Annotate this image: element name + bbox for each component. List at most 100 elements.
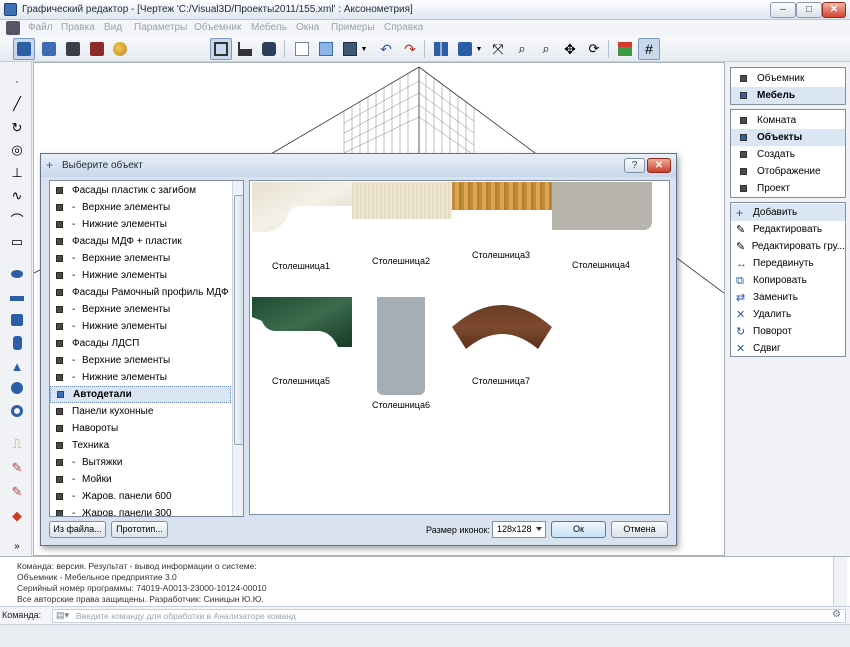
action-replace[interactable]: ⇄ Заменить bbox=[731, 289, 845, 306]
tree-item[interactable]: - Верхние элементы bbox=[50, 250, 231, 267]
menu-help[interactable]: Справка bbox=[384, 22, 423, 33]
gallery-item-6[interactable] bbox=[377, 297, 425, 395]
eraser-tool[interactable]: ◆ bbox=[9, 508, 25, 524]
prototype-button[interactable]: Прототип... bbox=[111, 521, 168, 538]
mode-item-furniture[interactable]: Мебель bbox=[731, 87, 845, 104]
menu-examples[interactable]: Примеры bbox=[331, 22, 375, 33]
arc-tool[interactable]: ↻ bbox=[9, 120, 25, 136]
orbit-button[interactable]: ⟳ bbox=[583, 38, 605, 60]
pencil-tool[interactable]: ✎ bbox=[9, 460, 25, 476]
settings-icon[interactable]: ⚙ bbox=[832, 609, 841, 620]
cylinder-tool[interactable] bbox=[9, 335, 25, 351]
view-box-red-button[interactable] bbox=[86, 38, 108, 60]
scrollbar-thumb[interactable] bbox=[234, 195, 243, 445]
line-tool[interactable]: ╱ bbox=[9, 96, 25, 112]
section-item-display[interactable]: Отображение bbox=[731, 163, 845, 180]
ruler-tool[interactable]: ⎍ bbox=[9, 436, 25, 452]
gallery-item-1[interactable] bbox=[252, 182, 352, 234]
cone-tool[interactable]: ▲ bbox=[9, 358, 25, 374]
menu-volume[interactable]: Объемник bbox=[194, 22, 241, 33]
point-tool[interactable]: ⊥ bbox=[9, 165, 25, 181]
tree-item[interactable]: - Нижние элементы bbox=[50, 267, 231, 284]
gallery-item-7[interactable] bbox=[452, 297, 552, 349]
action-delete[interactable]: ✕ Удалить bbox=[731, 306, 845, 323]
save-button[interactable] bbox=[339, 38, 361, 60]
zoom-button[interactable]: ⌕ bbox=[535, 38, 557, 60]
from-file-button[interactable]: Из файла... bbox=[49, 521, 106, 538]
tree-item[interactable]: Фасады МДФ + пластик bbox=[50, 233, 231, 250]
tree-item[interactable]: - Жаров. панели 600 bbox=[50, 488, 231, 505]
tree-item[interactable]: Техника bbox=[50, 437, 231, 454]
action-shift[interactable]: ✕ Сдвиг bbox=[731, 340, 845, 357]
action-add[interactable]: + Добавить bbox=[731, 204, 845, 221]
view-box-blue-button[interactable] bbox=[13, 38, 35, 60]
tree-item[interactable]: Фасады Рамочный профиль МДФ bbox=[50, 284, 231, 301]
ok-button[interactable]: Ок bbox=[551, 521, 606, 538]
torus-tool[interactable] bbox=[9, 403, 25, 419]
new-file-button[interactable] bbox=[291, 38, 313, 60]
tree-item[interactable]: - Мойки bbox=[50, 471, 231, 488]
solid-view-button[interactable] bbox=[258, 38, 280, 60]
category-tree[interactable]: Фасады пластик с загибом - Верхние элемент… bbox=[49, 180, 244, 517]
section-item-project[interactable]: Проект bbox=[731, 180, 845, 197]
action-rotate[interactable]: ↻ Поворот bbox=[731, 323, 845, 340]
zoom-extents-button[interactable]: ⤧ bbox=[487, 38, 509, 60]
minimize-button[interactable]: – bbox=[770, 2, 796, 18]
layout-button[interactable] bbox=[430, 38, 452, 60]
object-gallery[interactable]: Столешница1 Столешница2 Столешница3 Стол… bbox=[249, 180, 670, 515]
section-item-objects[interactable]: Объекты bbox=[731, 129, 845, 146]
gallery-item-4[interactable] bbox=[551, 181, 653, 231]
expand-toolstrip[interactable]: » bbox=[9, 538, 25, 554]
spline-tool[interactable]: ∿ bbox=[9, 188, 25, 204]
tree-item[interactable]: - Вытяжки bbox=[50, 454, 231, 471]
select-tool[interactable]: · bbox=[9, 74, 25, 90]
command-history-icon[interactable]: ▤▾ bbox=[56, 610, 69, 621]
circle-tool[interactable]: ◎ bbox=[9, 142, 25, 158]
palette-button[interactable] bbox=[109, 38, 131, 60]
tree-item[interactable]: Автодетали bbox=[50, 386, 231, 403]
chart-view-button[interactable] bbox=[234, 38, 256, 60]
tree-scrollbar[interactable] bbox=[232, 181, 243, 516]
bezier-tool[interactable]: ⌒ bbox=[9, 211, 25, 228]
action-edit[interactable]: ✎ Редактировать bbox=[731, 221, 845, 238]
grid-button[interactable]: # bbox=[638, 38, 660, 60]
box-tool[interactable] bbox=[9, 312, 25, 328]
measure-tool[interactable]: ✎ bbox=[9, 484, 25, 500]
pan-button[interactable]: ✥ bbox=[559, 38, 581, 60]
tree-item[interactable]: - Нижние элементы bbox=[50, 318, 231, 335]
action-edit-group[interactable]: ✎ Редактировать гру... bbox=[731, 238, 845, 255]
menu-edit[interactable]: Правка bbox=[61, 22, 95, 33]
close-button[interactable]: ✕ bbox=[822, 2, 846, 18]
section-item-room[interactable]: Комната bbox=[731, 112, 845, 129]
action-copy[interactable]: ⧉ Копировать bbox=[731, 272, 845, 289]
calendar-button[interactable] bbox=[614, 38, 636, 60]
maximize-button[interactable]: □ bbox=[796, 2, 822, 18]
gallery-item-3[interactable] bbox=[452, 182, 552, 210]
menu-parameters[interactable]: Параметры bbox=[134, 22, 187, 33]
redo-button[interactable]: ↷ bbox=[399, 38, 421, 60]
tree-item[interactable]: - Нижние элементы bbox=[50, 216, 231, 233]
tree-item[interactable]: Панели кухонные bbox=[50, 403, 231, 420]
console-scrollbar[interactable] bbox=[833, 557, 847, 607]
save-dropdown[interactable]: ▼ bbox=[359, 38, 369, 60]
cancel-button[interactable]: Отмена bbox=[611, 521, 668, 538]
section-item-create[interactable]: Создать bbox=[731, 146, 845, 163]
sphere-tool[interactable] bbox=[9, 380, 25, 396]
menu-file[interactable]: Файл bbox=[28, 22, 53, 33]
zoom-window-button[interactable]: ⌕ bbox=[511, 38, 533, 60]
tree-item[interactable]: Навороты bbox=[50, 420, 231, 437]
rect-tool[interactable]: ▭ bbox=[9, 234, 25, 250]
frame-view-button[interactable] bbox=[210, 38, 232, 60]
tree-item[interactable]: - Верхние элементы bbox=[50, 301, 231, 318]
tree-item[interactable]: - Верхние элементы bbox=[50, 199, 231, 216]
action-move[interactable]: ↔ Передвинуть bbox=[731, 255, 845, 272]
tree-item[interactable]: - Верхние элементы bbox=[50, 352, 231, 369]
tree-item[interactable]: - Жаров. панели 300 bbox=[50, 505, 231, 516]
object-button[interactable] bbox=[454, 38, 476, 60]
console-output[interactable]: Команда: версия. Результат - вывод инфор… bbox=[0, 556, 850, 607]
gallery-item-5[interactable] bbox=[252, 297, 352, 347]
view-box-shaded-button[interactable] bbox=[38, 38, 60, 60]
view-box-dark-button[interactable] bbox=[62, 38, 84, 60]
open-button[interactable] bbox=[315, 38, 337, 60]
dialog-close-button[interactable]: ✕ bbox=[647, 158, 671, 173]
